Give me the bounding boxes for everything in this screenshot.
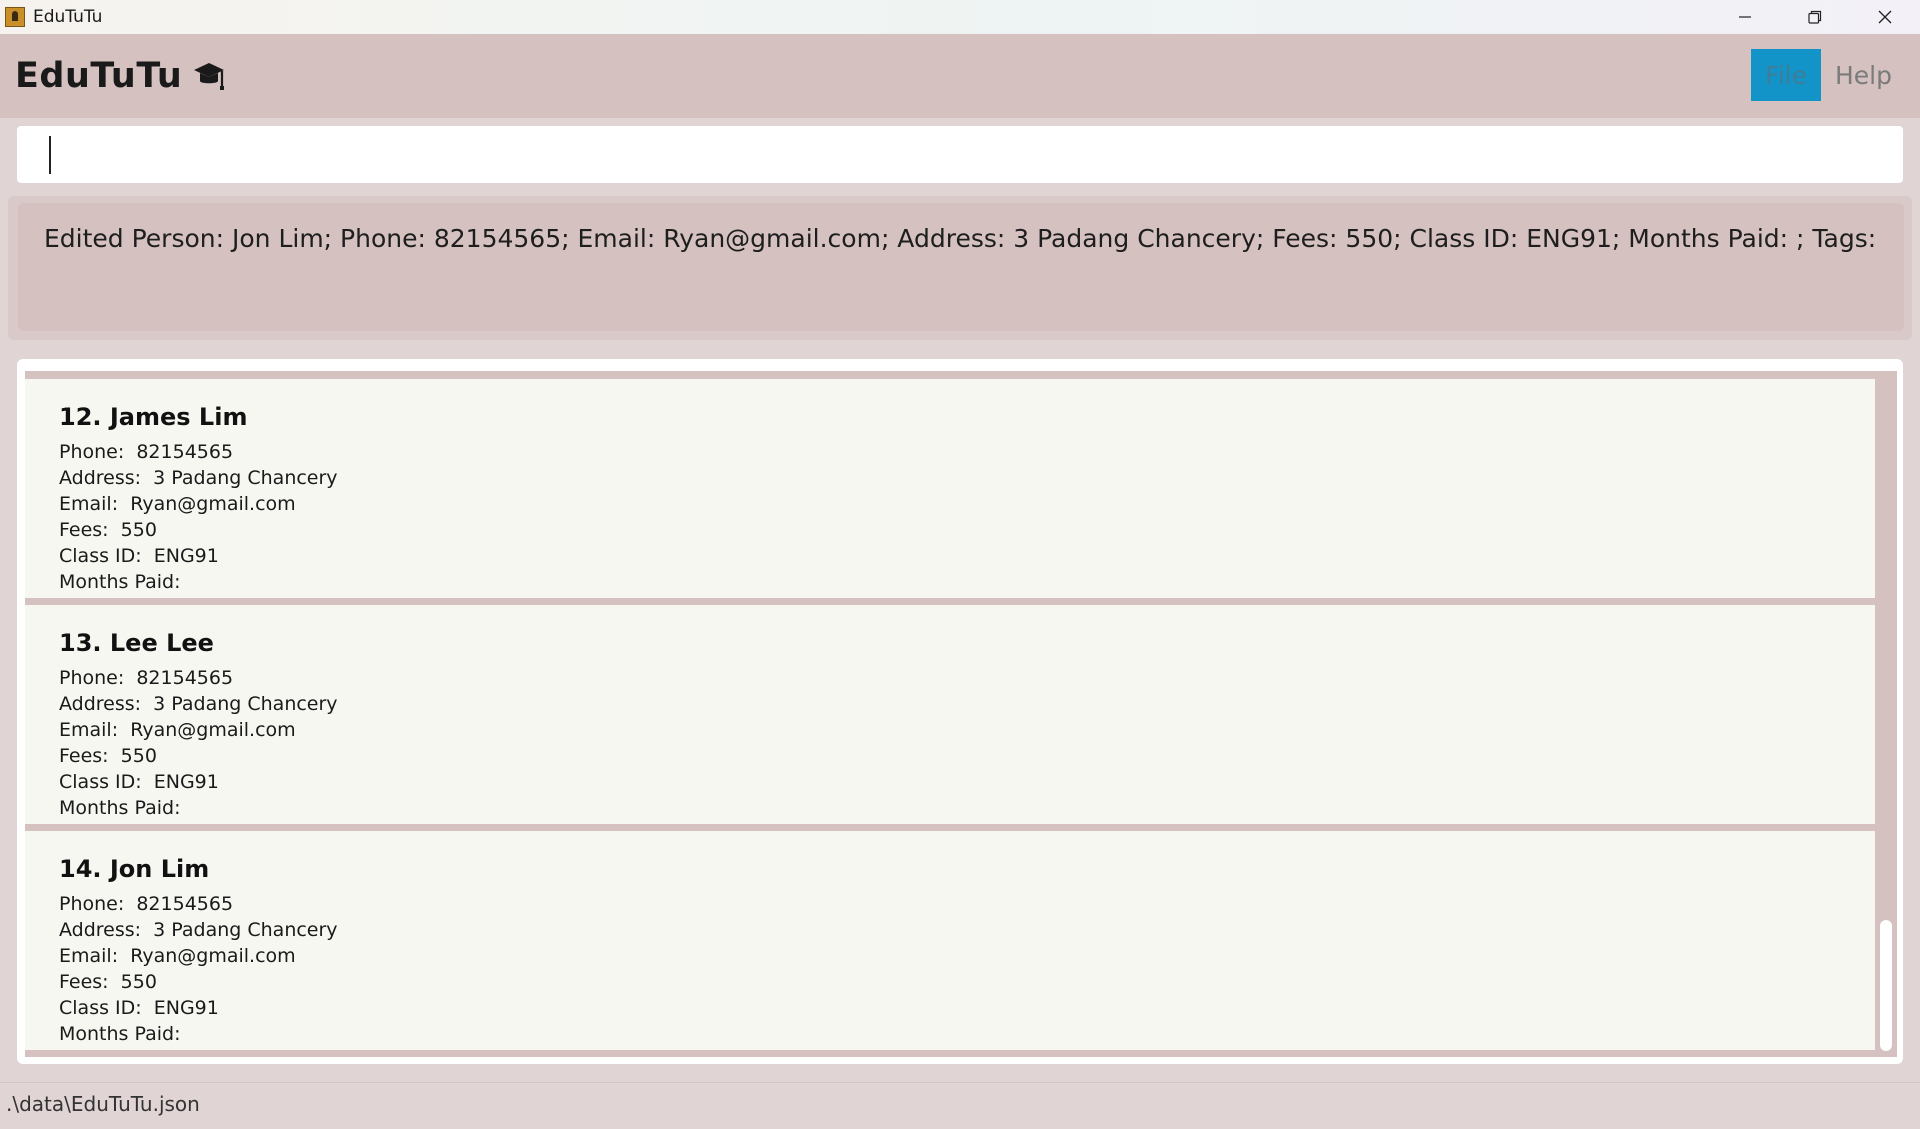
person-months-paid: Months Paid: [59, 797, 181, 819]
close-icon [1878, 10, 1892, 24]
brand: EduTuTu [15, 52, 226, 100]
save-location: .\data\EduTuTu.json [6, 1092, 200, 1116]
person-phone: Phone: 82154565 [59, 441, 234, 463]
person-phone: Phone: 82154565 [59, 893, 234, 915]
restore-button[interactable] [1780, 0, 1850, 34]
person-name: 12. James Lim [59, 403, 248, 431]
close-button[interactable] [1850, 0, 1920, 34]
person-class-id: Class ID: ENG91 [59, 771, 219, 793]
person-list[interactable]: 12. James Lim Phone: 82154565 Address: 3… [25, 371, 1875, 1057]
person-class-id: Class ID: ENG91 [59, 997, 219, 1019]
person-fees: Fees: 550 [59, 519, 157, 541]
person-name: 14. Jon Lim [59, 855, 210, 883]
window-title: EduTuTu [33, 7, 103, 27]
person-list-panel: 12. James Lim Phone: 82154565 Address: 3… [17, 359, 1903, 1064]
minimize-icon [1739, 16, 1751, 18]
person-name: 13. Lee Lee [59, 629, 214, 657]
menu-file[interactable]: File [1751, 49, 1821, 101]
person-address: Address: 3 Padang Chancery [59, 693, 338, 715]
person-fees: Fees: 550 [59, 745, 157, 767]
command-box [17, 126, 1903, 183]
minimize-button[interactable] [1710, 0, 1780, 34]
person-address: Address: 3 Padang Chancery [59, 467, 338, 489]
person-card[interactable]: 14. Jon Lim Phone: 82154565 Address: 3 P… [25, 831, 1875, 1050]
window-controls [1710, 0, 1920, 34]
person-class-id: Class ID: ENG91 [59, 545, 219, 567]
person-phone: Phone: 82154565 [59, 667, 234, 689]
person-months-paid: Months Paid: [59, 1023, 181, 1045]
command-input[interactable] [17, 126, 1903, 183]
restore-icon [1808, 10, 1822, 24]
text-caret [49, 136, 51, 174]
graduation-cap-icon [194, 63, 225, 90]
app-icon [5, 7, 25, 27]
person-months-paid: Months Paid: [59, 571, 181, 593]
app-window: EduTuTu EduTuTu File Help Edited Person:… [0, 0, 1920, 1129]
person-card[interactable]: 13. Lee Lee Phone: 82154565 Address: 3 P… [25, 605, 1875, 824]
title-bar: EduTuTu [0, 0, 1920, 34]
person-email: Email: Ryan@gmail.com [59, 493, 296, 515]
result-message: Edited Person: Jon Lim; Phone: 82154565;… [44, 224, 1877, 253]
person-address: Address: 3 Padang Chancery [59, 919, 338, 941]
person-email: Email: Ryan@gmail.com [59, 719, 296, 741]
brand-name: EduTuTu [15, 56, 183, 96]
person-fees: Fees: 550 [59, 971, 157, 993]
app-header: EduTuTu File Help [0, 34, 1920, 118]
person-email: Email: Ryan@gmail.com [59, 945, 296, 967]
menu-bar: File Help [1751, 49, 1906, 101]
result-display[interactable]: Edited Person: Jon Lim; Phone: 82154565;… [18, 203, 1904, 331]
list-scrollbar[interactable] [1875, 371, 1897, 1057]
menu-help[interactable]: Help [1821, 49, 1906, 101]
person-card[interactable]: 12. James Lim Phone: 82154565 Address: 3… [25, 379, 1875, 598]
status-bar: .\data\EduTuTu.json [0, 1082, 1920, 1129]
scrollbar-thumb[interactable] [1880, 920, 1892, 1051]
